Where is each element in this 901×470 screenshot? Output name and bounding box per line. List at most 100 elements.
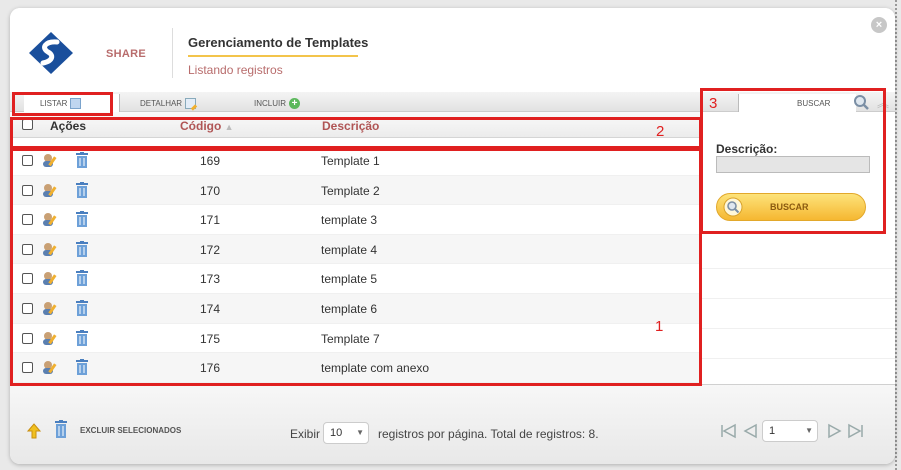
row-checkbox[interactable]	[22, 332, 33, 344]
cell-descricao: template 6	[321, 301, 378, 316]
descricao-input[interactable]	[716, 156, 870, 173]
title-underline	[188, 55, 358, 57]
cell-codigo: 172	[200, 242, 221, 257]
table-row: 173 template 5	[10, 264, 700, 294]
tab-label: INCLUIR	[254, 98, 287, 108]
buscar-button[interactable]: BUSCAR	[716, 193, 866, 221]
cell-descricao: Template 7	[321, 331, 380, 346]
edit-record-icon[interactable]	[42, 360, 58, 375]
add-icon: +	[289, 97, 301, 109]
tab-label: LISTAR	[40, 98, 68, 108]
header-divider	[172, 28, 173, 78]
trash-icon[interactable]	[75, 329, 89, 346]
cell-descricao: Template 1	[321, 154, 380, 168]
sort-asc-icon: ▲	[224, 122, 234, 132]
tab-label: BUSCAR	[797, 98, 831, 108]
cell-codigo: 171	[200, 213, 221, 228]
row-divider	[700, 328, 895, 329]
page-subtitle: Listando registros	[188, 63, 283, 77]
search-panel: BUSCAR ︽ Descrição: BUSCAR	[700, 92, 895, 384]
table-row: 171 template 3	[10, 205, 700, 235]
column-acoes: Ações	[50, 119, 87, 133]
edit-record-icon[interactable]	[42, 212, 58, 227]
edit-record-icon[interactable]	[42, 153, 58, 167]
tab-incluir[interactable]: INCLUIR +	[254, 95, 301, 111]
cell-descricao: template 3	[321, 213, 378, 228]
row-checkbox[interactable]	[22, 214, 33, 226]
table-row: 176 template com anexo	[10, 353, 700, 383]
edit-record-icon[interactable]	[42, 301, 58, 315]
list-panel: LISTAR DETALHAR INCLUIR + Ações Código ▲…	[10, 92, 700, 384]
column-codigo-label: Código	[180, 119, 222, 133]
tab-label: DETALHAR	[140, 98, 183, 108]
close-icon[interactable]: ×	[871, 17, 887, 33]
trash-icon[interactable]	[75, 299, 89, 316]
records-info: registros por página. Total de registros…	[378, 427, 599, 441]
edit-record-icon[interactable]	[42, 271, 58, 286]
tab-buscar[interactable]: BUSCAR	[738, 94, 856, 112]
trash-icon[interactable]	[75, 240, 89, 257]
cell-descricao: template 5	[321, 272, 378, 287]
trash-icon[interactable]	[54, 420, 68, 438]
cell-codigo: 170	[200, 183, 221, 198]
trash-icon[interactable]	[75, 181, 89, 198]
row-divider	[700, 298, 895, 299]
trash-icon[interactable]	[75, 359, 89, 376]
edit-record-icon[interactable]	[42, 242, 58, 256]
trash-icon[interactable]	[75, 211, 89, 228]
next-page-icon[interactable]	[828, 420, 842, 442]
row-divider	[700, 268, 895, 269]
select-all-checkbox[interactable]	[22, 119, 33, 130]
tab-detalhar[interactable]: DETALHAR	[140, 95, 197, 111]
row-checkbox[interactable]	[22, 362, 33, 374]
table-row: 175 Template 7	[10, 323, 700, 354]
cell-codigo: 169	[200, 154, 221, 168]
row-checkbox[interactable]	[22, 302, 33, 314]
row-checkbox[interactable]	[22, 273, 33, 285]
row-checkbox[interactable]	[22, 184, 33, 196]
column-codigo[interactable]: Código ▲	[180, 119, 234, 133]
cell-codigo: 174	[200, 301, 221, 316]
edit-icon	[185, 97, 197, 109]
trash-icon[interactable]	[75, 270, 89, 287]
annotation-number: 2	[656, 123, 665, 140]
tab-bar: LISTAR DETALHAR INCLUIR +	[10, 92, 700, 112]
last-page-icon[interactable]	[848, 420, 864, 442]
row-checkbox[interactable]	[22, 243, 33, 255]
collapse-icon[interactable]: ︽	[877, 94, 889, 111]
cell-codigo: 173	[200, 272, 221, 287]
table-row: 169 Template 1	[10, 146, 700, 176]
tab-listar[interactable]: LISTAR	[24, 94, 120, 112]
page-size-select[interactable]: 10 ▼	[323, 422, 369, 444]
search-icon[interactable]	[853, 94, 869, 110]
table-header: Ações Código ▲ Descrição	[10, 112, 700, 138]
table-row: 172 template 4	[10, 234, 700, 265]
share-logo-icon	[29, 32, 73, 74]
page-title: Gerenciamento de Templates	[188, 35, 369, 50]
search-icon	[723, 197, 743, 217]
page-number-select[interactable]: 1 ▼	[762, 420, 818, 442]
cell-codigo: 176	[200, 361, 221, 376]
cell-descricao: template com anexo	[321, 361, 430, 376]
page-size-value: 10	[330, 427, 343, 439]
table-row: 170 Template 2	[10, 175, 700, 206]
annotation-number: 1	[655, 318, 664, 335]
dialog-footer: EXCLUIR SELECIONADOS Exibir 10 ▼ registr…	[10, 384, 895, 464]
cell-descricao: template 4	[321, 242, 378, 257]
templates-dialog: SHARE Gerenciamento de Templates Listand…	[10, 8, 895, 464]
search-tab-bar: BUSCAR ︽	[700, 92, 895, 112]
first-page-icon[interactable]	[720, 420, 736, 442]
list-icon	[70, 97, 82, 109]
annotation-number: 3	[709, 95, 718, 112]
trash-icon[interactable]	[75, 152, 89, 168]
edit-record-icon[interactable]	[42, 331, 58, 345]
arrow-up-icon[interactable]	[25, 422, 43, 440]
row-checkbox[interactable]	[22, 155, 33, 166]
edit-record-icon[interactable]	[42, 183, 58, 197]
column-descricao[interactable]: Descrição	[322, 119, 379, 133]
delete-selected-button[interactable]: EXCLUIR SELECIONADOS	[80, 426, 181, 435]
chevron-down-icon: ▼	[356, 428, 364, 437]
previous-page-icon[interactable]	[743, 420, 757, 442]
page-edge-dots	[895, 0, 901, 470]
descricao-label: Descrição:	[716, 142, 778, 156]
